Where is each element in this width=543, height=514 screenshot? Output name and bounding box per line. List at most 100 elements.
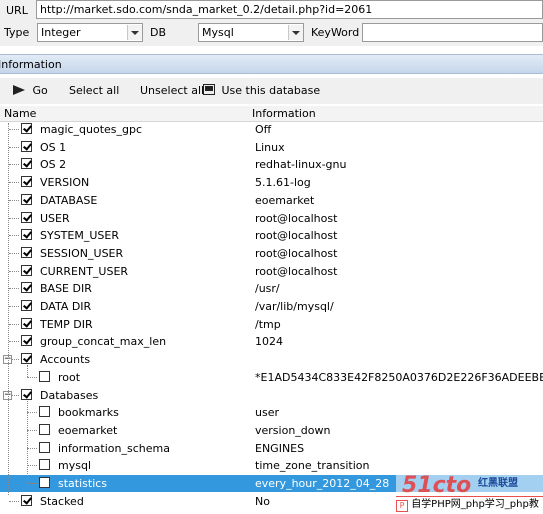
row-checkbox[interactable] [39, 424, 50, 435]
unselect-all-button[interactable]: Unselect all [140, 84, 204, 97]
row-info: 1024 [255, 335, 283, 348]
tree-connector [9, 253, 19, 254]
row-checkbox[interactable] [21, 212, 32, 223]
tree-row[interactable]: VERSION 5.1.61-log [0, 174, 543, 191]
tree-row[interactable]: OS 2 redhat-linux-gnu [0, 156, 543, 173]
use-database-button[interactable]: Use this database [203, 84, 320, 97]
tree-connector [9, 306, 19, 307]
row-checkbox[interactable] [21, 229, 32, 240]
row-info: root@localhost [255, 212, 338, 225]
url-label: URL [6, 4, 28, 17]
tree-row[interactable]: SESSION_USER root@localhost [0, 245, 543, 262]
use-database-label: Use this database [221, 84, 321, 97]
row-name: BASE DIR [40, 282, 92, 295]
tree-connector [9, 288, 19, 289]
tree-connector [9, 200, 19, 201]
row-checkbox[interactable] [21, 176, 32, 187]
tree-connector [9, 341, 19, 342]
row-checkbox[interactable] [39, 442, 50, 453]
row-info: Linux [255, 141, 285, 154]
row-checkbox[interactable] [39, 371, 50, 382]
svg-text:51cto: 51cto [402, 473, 471, 498]
tree-row[interactable]: TEMP DIR/tmp [0, 316, 543, 333]
tree-row[interactable]: BASE DIR/usr/ [0, 280, 543, 297]
row-checkbox[interactable] [39, 406, 50, 417]
row-checkbox[interactable] [39, 459, 50, 470]
column-name-header[interactable]: Name [4, 107, 36, 120]
row-checkbox[interactable] [21, 353, 32, 364]
row-checkbox[interactable] [21, 282, 32, 293]
row-info: root@localhost [255, 247, 338, 260]
row-info: version_down [255, 424, 331, 437]
tree-group-row[interactable]: − Accounts [0, 351, 543, 368]
row-name: group_concat_max_len [40, 335, 167, 348]
tree-group-row[interactable]: − Databases [0, 387, 543, 404]
row-name: USER [40, 212, 70, 225]
go-label: Go [32, 84, 48, 97]
row-info: root@localhost [255, 265, 338, 278]
watermark-cn: 红黑联盟 [478, 478, 518, 489]
row-checkbox[interactable] [21, 123, 32, 134]
tree-guide-line [8, 123, 9, 495]
row-checkbox[interactable] [21, 265, 32, 276]
row-info: /var/lib/mysql/ [255, 300, 334, 313]
tree-row[interactable]: SYSTEM_USER root@localhost [0, 227, 543, 244]
tree-row[interactable]: CURRENT_USER root@localhost [0, 263, 543, 280]
go-button[interactable]: Go [13, 84, 48, 97]
tree-connector [9, 501, 19, 502]
tree-row[interactable]: magic_quotes_gpc Off [0, 121, 543, 138]
tree-row[interactable]: DATABASE eoemarket [0, 192, 543, 209]
tree-row[interactable]: USER root@localhost [0, 210, 543, 227]
column-information-header[interactable]: Information [252, 107, 316, 120]
row-name: statistics [58, 477, 108, 490]
row-name: eoemarket [58, 424, 118, 437]
tree-connector [12, 359, 19, 360]
row-name: Stacked [40, 495, 84, 508]
row-name: OS 1 [40, 141, 67, 154]
row-checkbox[interactable] [21, 335, 32, 346]
tree-connector [9, 271, 19, 272]
row-name: root [58, 371, 81, 384]
row-checkbox[interactable] [21, 300, 32, 311]
row-info: 5.1.61-log [255, 176, 311, 189]
row-checkbox[interactable] [21, 389, 32, 400]
row-info: time_zone_transition [255, 459, 370, 472]
row-checkbox[interactable] [21, 495, 32, 506]
row-checkbox[interactable] [39, 477, 50, 488]
tree-row[interactable]: information_schema ENGINES [0, 440, 543, 457]
row-checkbox[interactable] [21, 194, 32, 205]
select-all-button[interactable]: Select all [69, 84, 119, 97]
row-checkbox[interactable] [21, 318, 32, 329]
row-checkbox[interactable] [21, 158, 32, 169]
tree-row[interactable]: DATA DIR/var/lib/mysql/ [0, 298, 543, 315]
tree-connector [12, 395, 19, 396]
keyword-input[interactable] [362, 23, 543, 42]
panel-title: Information [0, 58, 62, 71]
tree-row[interactable]: OS 1 Linux [0, 139, 543, 156]
tree-row[interactable]: root *E1AD5434C833E42F8250A0376D2E226F36A… [0, 369, 543, 386]
tree-connector [9, 235, 19, 236]
row-name: DATABASE [40, 194, 98, 207]
type-select[interactable]: Integer [37, 23, 143, 42]
options-bar: Type Integer DB Mysql KeyWord [0, 20, 543, 46]
tree-row[interactable]: bookmarks user [0, 404, 543, 421]
tree-row[interactable]: group_concat_max_len 1024 [0, 333, 543, 350]
row-info: root@localhost [255, 229, 338, 242]
row-name: SESSION_USER [40, 247, 124, 260]
row-info: *E1AD5434C833E42F8250A0376D2E226F36ADEEB… [255, 371, 543, 384]
chevron-down-icon[interactable] [127, 25, 142, 40]
url-input[interactable]: http://market.sdo.com/snda_market_0.2/de… [36, 0, 543, 19]
row-checkbox[interactable] [21, 141, 32, 152]
db-select[interactable]: Mysql [198, 23, 304, 42]
tree-connector [9, 324, 19, 325]
row-name: CURRENT_USER [40, 265, 129, 278]
row-name: information_schema [58, 442, 170, 455]
row-info: No [255, 495, 270, 508]
chevron-down-icon[interactable] [288, 25, 303, 40]
row-info: /tmp [255, 318, 281, 331]
p-badge-icon: P [396, 500, 408, 512]
tree-row[interactable]: eoemarket version_down [0, 422, 543, 439]
row-name: mysql [58, 459, 91, 472]
tree-connector [9, 129, 19, 130]
row-checkbox[interactable] [21, 247, 32, 258]
